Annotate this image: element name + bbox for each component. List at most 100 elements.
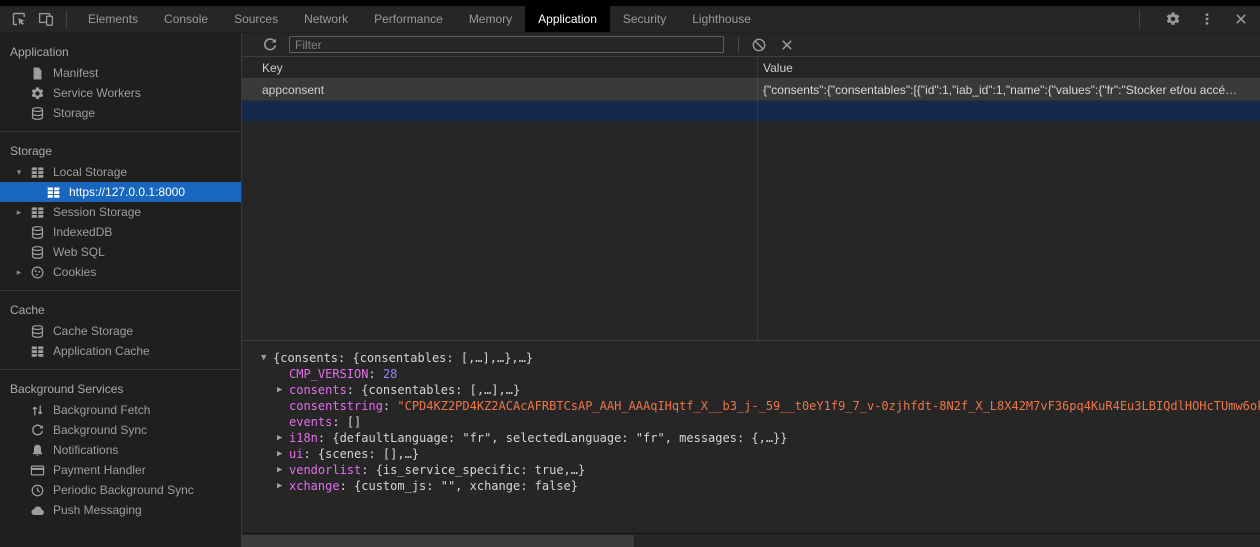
tree-expander-closed-icon[interactable]: ▶: [277, 430, 289, 446]
tab-console[interactable]: Console: [151, 6, 221, 32]
storage-items-table: Key Value appconsent{"consents":{"consen…: [242, 57, 1260, 340]
tree-token-plain: :: [368, 367, 382, 381]
tree-token-plain: :: [383, 399, 397, 413]
expander-closed-icon[interactable]: ▸: [14, 267, 24, 278]
tree-line[interactable]: ▶vendorlist: {is_service_specific: true,…: [242, 462, 1260, 478]
tab-application[interactable]: Application: [525, 6, 610, 32]
tabbar-separator: [66, 10, 67, 28]
tab-security[interactable]: Security: [610, 6, 679, 32]
tree-line[interactable]: ▶xchange: {custom_js: "", xchange: false…: [242, 478, 1260, 494]
sidebar-item-https-127-0-0-1-8000[interactable]: https://127.0.0.1:8000: [0, 182, 241, 202]
tree-token-plain: {defaultLanguage: "fr", selectedLanguage…: [332, 431, 787, 445]
database-icon: [30, 245, 45, 260]
tree-token-key: consentstring: [289, 399, 383, 413]
sidebar-item-label: https://127.0.0.1:8000: [69, 185, 185, 199]
manifest-file-icon: [30, 66, 45, 81]
expander-open-icon[interactable]: ▾: [14, 167, 24, 178]
kebab-menu-icon[interactable]: [1198, 10, 1216, 28]
sidebar-item-label: Application Cache: [53, 344, 150, 358]
scrollbar-thumb[interactable]: [242, 535, 635, 547]
sidebar-item-label: Local Storage: [53, 165, 127, 179]
tab-network[interactable]: Network: [291, 6, 361, 32]
tab-sources[interactable]: Sources: [221, 6, 291, 32]
expander-closed-icon[interactable]: ▸: [14, 207, 24, 218]
sidebar-section-application: Application Manifest Service Workers Storag…: [0, 41, 241, 131]
clock-icon: [30, 483, 45, 498]
sidebar-item-cookies[interactable]: ▸Cookies: [0, 262, 241, 282]
sidebar-item-cache-storage[interactable]: Cache Storage: [0, 321, 241, 341]
storage-value-preview-tree: ▼{consents: {consentables: [,…],…},…}CMP…: [242, 340, 1260, 533]
tree-token-plain: {consents: {consentables: [,…],…},…}: [273, 351, 533, 365]
clear-all-icon[interactable]: [751, 37, 767, 53]
tree-expander-closed-icon[interactable]: ▶: [277, 446, 289, 462]
sidebar-section-storage: Storage▾Local Storagehttps://127.0.0.1:8…: [0, 131, 241, 290]
sidebar-item-label: Cache Storage: [53, 324, 133, 338]
sidebar-item-label: Storage: [53, 106, 95, 120]
table-icon: [30, 205, 45, 220]
sidebar-item-manifest[interactable]: Manifest: [0, 63, 241, 83]
delete-selected-icon[interactable]: [779, 37, 795, 53]
tree-token-key: CMP_VERSION: [289, 367, 368, 381]
tree-expander-closed-icon[interactable]: ▶: [277, 382, 289, 398]
sidebar-item-label: Notifications: [53, 443, 118, 457]
sidebar-item-background-sync[interactable]: Background Sync: [0, 420, 241, 440]
tree-expander-open-icon[interactable]: ▼: [261, 350, 273, 366]
row-value-cell[interactable]: {"consents":{"consentables":[{"id":1,"ia…: [757, 83, 1260, 97]
tree-token-plain: {consentables: [,…],…}: [361, 383, 520, 397]
tree-line[interactable]: ▶ui: {scenes: [],…}: [242, 446, 1260, 462]
close-devtools-icon[interactable]: [1232, 10, 1250, 28]
horizontal-scrollbar: [242, 533, 1260, 547]
tabbar-right-icons: [1137, 6, 1260, 32]
settings-gear-icon[interactable]: [1164, 10, 1182, 28]
sidebar-section-title: Background Services: [0, 378, 241, 400]
device-toolbar-icon[interactable]: [37, 10, 55, 28]
tree-expander-closed-icon[interactable]: ▶: [277, 462, 289, 478]
sidebar-item-label: Payment Handler: [53, 463, 146, 477]
tree-line[interactable]: ▶i18n: {defaultLanguage: "fr", selectedL…: [242, 430, 1260, 446]
tabbar-separator: [1139, 10, 1140, 28]
sidebar-item-background-fetch[interactable]: Background Fetch: [0, 400, 241, 420]
sidebar-section-background-services: Background ServicesBackground Fetch Backg…: [0, 369, 241, 528]
sidebar-item-storage[interactable]: Storage: [0, 103, 241, 123]
sidebar-item-label: Background Sync: [53, 423, 147, 437]
sidebar-item-notifications[interactable]: Notifications: [0, 440, 241, 460]
tab-elements[interactable]: Elements: [75, 6, 151, 32]
tree-token-key: vendorlist: [289, 463, 361, 477]
column-header-key[interactable]: Key: [242, 61, 757, 75]
tab-memory[interactable]: Memory: [456, 6, 525, 32]
sidebar-item-label: Periodic Background Sync: [53, 483, 194, 497]
tab-lighthouse[interactable]: Lighthouse: [679, 6, 764, 32]
sidebar-item-label: Web SQL: [53, 245, 105, 259]
tree-line: events: []: [242, 414, 1260, 430]
sidebar-item-label: Manifest: [53, 66, 98, 80]
sidebar-item-local-storage[interactable]: ▾ Local Storage: [0, 162, 241, 182]
tree-line[interactable]: ▶consents: {consentables: [,…],…}: [242, 382, 1260, 398]
sidebar-section-title: Application: [0, 41, 241, 63]
database-icon: [30, 225, 45, 240]
storage-row-empty-selected[interactable]: [242, 101, 1260, 121]
sidebar-item-indexeddb[interactable]: IndexedDB: [0, 222, 241, 242]
column-header-value[interactable]: Value: [757, 61, 1260, 75]
sidebar-item-label: Push Messaging: [53, 503, 142, 517]
tree-expander-closed-icon[interactable]: ▶: [277, 478, 289, 494]
local-storage-panel: Key Value appconsent{"consents":{"consen…: [242, 33, 1260, 547]
inspect-element-icon[interactable]: [10, 10, 28, 28]
sidebar-item-periodic-background-sync[interactable]: Periodic Background Sync: [0, 480, 241, 500]
row-key-cell[interactable]: appconsent: [242, 83, 757, 97]
tree-line: CMP_VERSION: 28: [242, 366, 1260, 382]
sidebar-item-session-storage[interactable]: ▸Session Storage: [0, 202, 241, 222]
tree-line[interactable]: ▼{consents: {consentables: [,…],…},…}: [242, 350, 1260, 366]
tree-token-plain: :: [347, 383, 361, 397]
card-icon: [30, 463, 45, 478]
storage-row-appconsent[interactable]: appconsent{"consents":{"consentables":[{…: [242, 79, 1260, 101]
application-sidebar: Application Manifest Service Workers Storag…: [0, 33, 242, 547]
tree-token-num: 28: [383, 367, 397, 381]
sidebar-item-service-workers[interactable]: Service Workers: [0, 83, 241, 103]
filter-input[interactable]: [289, 36, 724, 53]
tab-performance[interactable]: Performance: [361, 6, 456, 32]
sidebar-item-push-messaging[interactable]: Push Messaging: [0, 500, 241, 520]
sidebar-item-payment-handler[interactable]: Payment Handler: [0, 460, 241, 480]
refresh-icon[interactable]: [262, 37, 278, 53]
sidebar-item-application-cache[interactable]: Application Cache: [0, 341, 241, 361]
sidebar-item-web-sql[interactable]: Web SQL: [0, 242, 241, 262]
